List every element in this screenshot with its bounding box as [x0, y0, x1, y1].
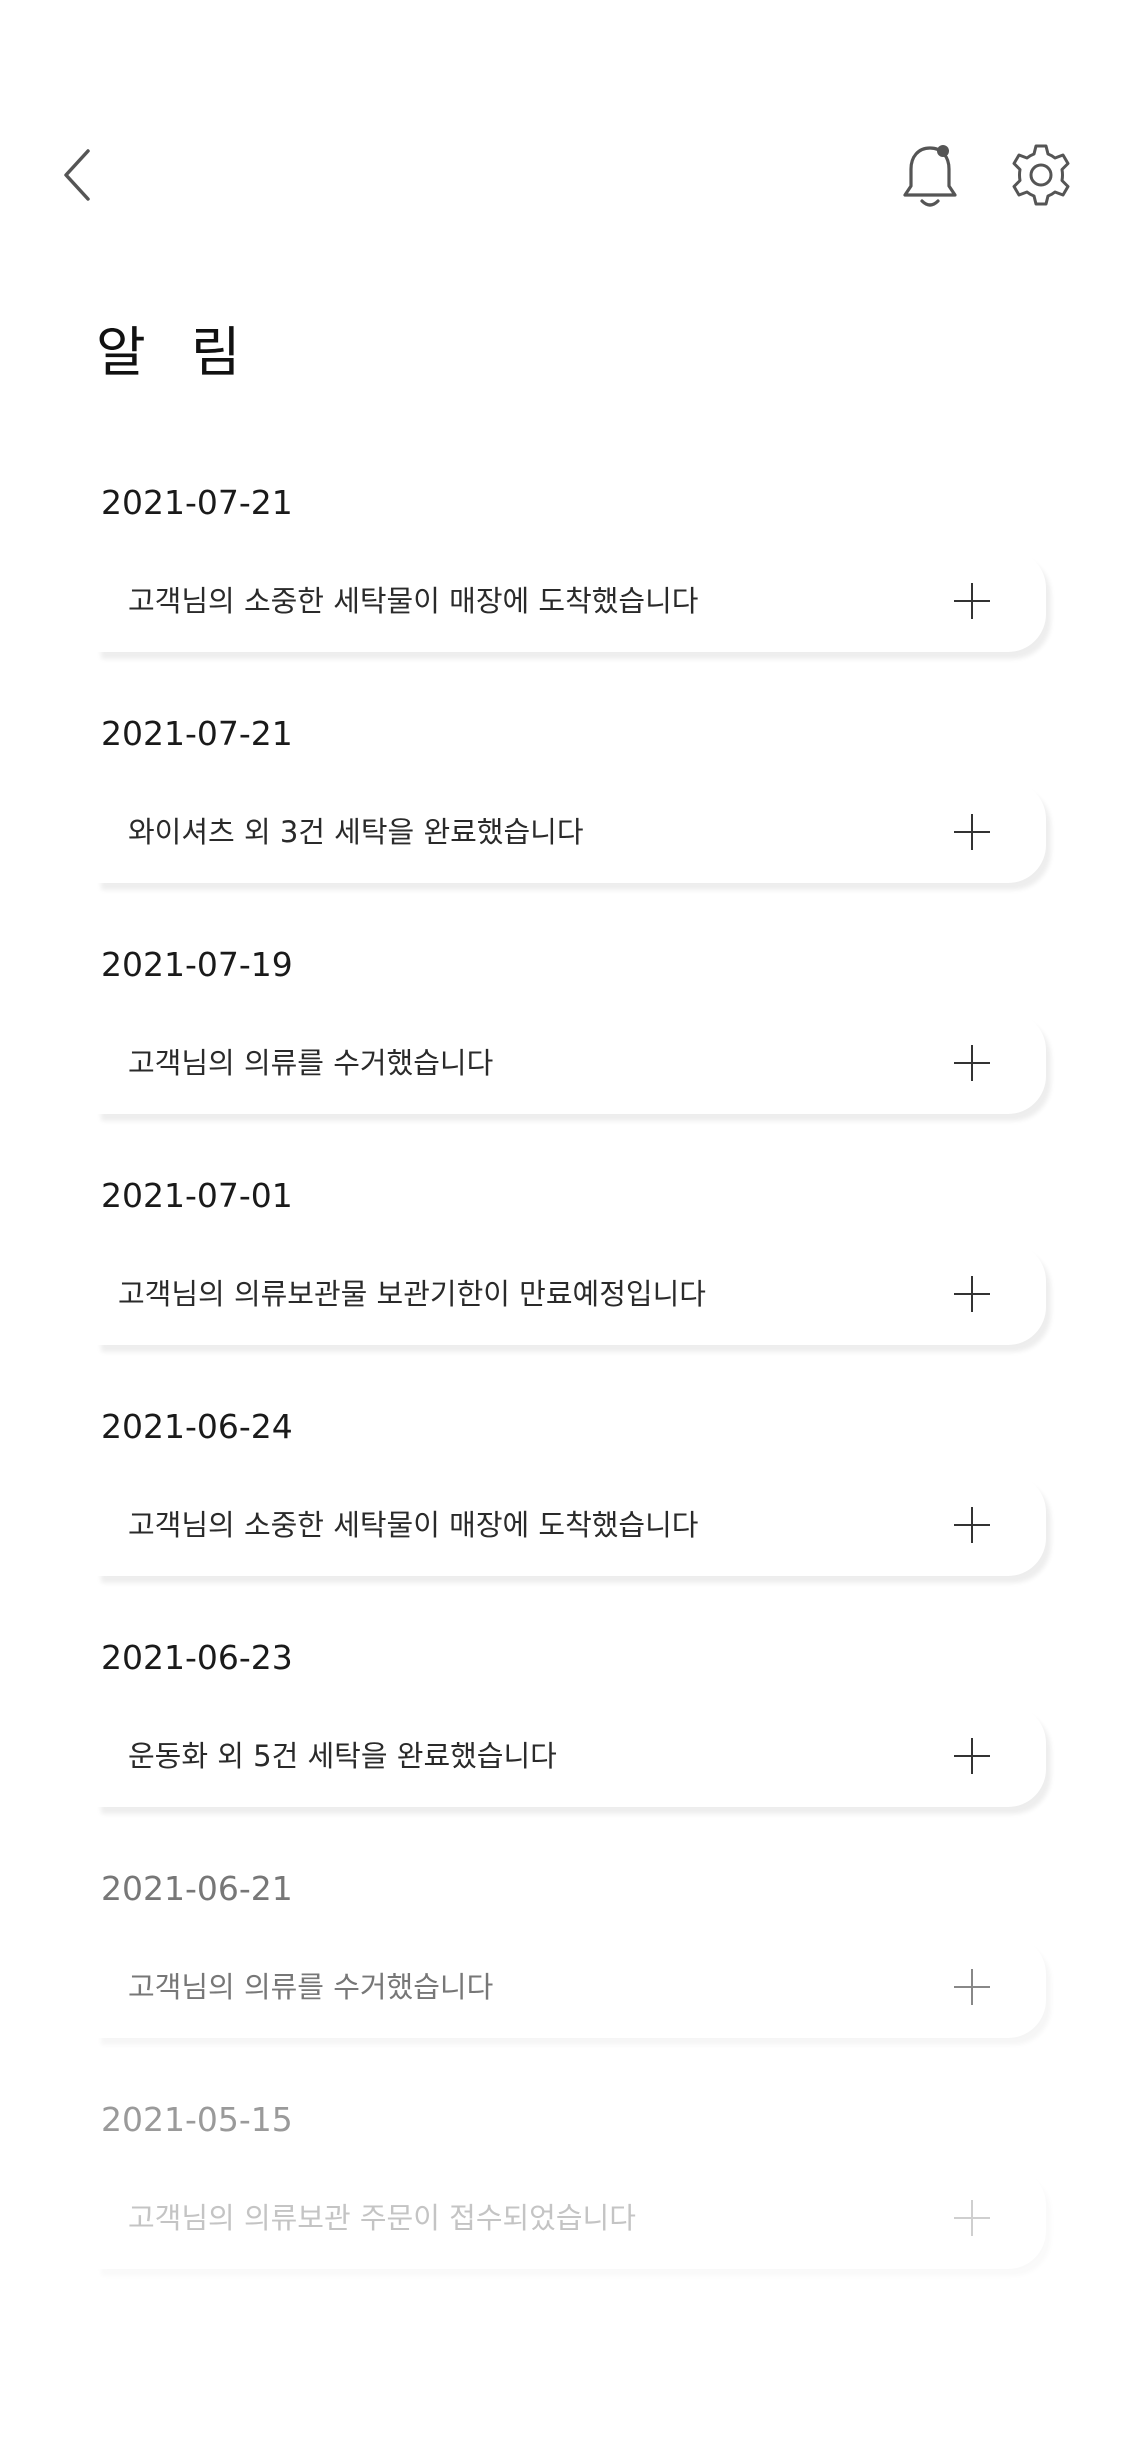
notification-date: 2021-07-21 [101, 714, 293, 753]
notification-message: 고객님의 의류보관 주문이 접수되었습니다 [128, 2201, 636, 2235]
notification-card[interactable]: 고객님의 의류를 수거했습니다 [96, 1012, 1046, 1114]
notification-card[interactable]: 와이셔츠 외 3건 세탁을 완료했습니다 [96, 781, 1046, 883]
notification-group: 2021-07-19 고객님의 의류를 수거했습니다 [0, 940, 1125, 1171]
notification-message: 고객님의 소중한 세탁물이 매장에 도착했습니다 [128, 1508, 699, 1542]
notification-message: 고객님의 의류를 수거했습니다 [128, 1970, 494, 2004]
notification-date: 2021-06-21 [101, 1869, 293, 1908]
notification-date: 2021-07-01 [101, 1176, 293, 1215]
notification-card[interactable]: 고객님의 소중한 세탁물이 매장에 도착했습니다 [96, 1474, 1046, 1576]
notification-card[interactable]: 운동화 외 5건 세탁을 완료했습니다 [96, 1705, 1046, 1807]
notification-message: 고객님의 의류를 수거했습니다 [128, 1046, 494, 1080]
header-bar [0, 0, 1125, 260]
notification-list: 2021-07-21 고객님의 소중한 세탁물이 매장에 도착했습니다 2021… [0, 478, 1125, 2326]
notification-date: 2021-07-21 [101, 483, 293, 522]
notification-date: 2021-06-24 [101, 1407, 293, 1446]
notification-group: 2021-06-21 고객님의 의류를 수거했습니다 [0, 1864, 1125, 2095]
plus-icon[interactable] [954, 814, 990, 850]
notification-group: 2021-05-15 고객님의 의류보관 주문이 접수되었습니다 [0, 2095, 1125, 2326]
notification-group: 2021-06-23 운동화 외 5건 세탁을 완료했습니다 [0, 1633, 1125, 1864]
back-button[interactable] [52, 140, 102, 210]
notification-date: 2021-05-15 [101, 2100, 293, 2139]
notification-group: 2021-07-21 고객님의 소중한 세탁물이 매장에 도착했습니다 [0, 478, 1125, 709]
notification-card[interactable]: 고객님의 소중한 세탁물이 매장에 도착했습니다 [96, 550, 1046, 652]
plus-icon[interactable] [954, 1276, 990, 1312]
plus-icon[interactable] [954, 1045, 990, 1081]
settings-button[interactable] [1008, 142, 1074, 208]
plus-icon[interactable] [954, 583, 990, 619]
notification-group: 2021-07-01 고객님의 의류보관물 보관기한이 만료예정입니다 [0, 1171, 1125, 1402]
plus-icon[interactable] [954, 1507, 990, 1543]
page-title: 알 림 [96, 321, 255, 384]
plus-icon[interactable] [954, 2200, 990, 2236]
bell-icon [903, 145, 957, 207]
notification-card[interactable]: 고객님의 의류를 수거했습니다 [96, 1936, 1046, 2038]
notification-message: 와이셔츠 외 3건 세탁을 완료했습니다 [128, 815, 584, 849]
plus-icon[interactable] [954, 1738, 990, 1774]
notification-button[interactable] [898, 140, 962, 212]
notification-group: 2021-06-24 고객님의 소중한 세탁물이 매장에 도착했습니다 [0, 1402, 1125, 1633]
notification-message: 운동화 외 5건 세탁을 완료했습니다 [128, 1739, 557, 1773]
notification-date: 2021-07-19 [101, 945, 293, 984]
notification-date: 2021-06-23 [101, 1638, 293, 1677]
plus-icon[interactable] [954, 1969, 990, 2005]
notification-message: 고객님의 소중한 세탁물이 매장에 도착했습니다 [128, 584, 699, 618]
notification-card[interactable]: 고객님의 의류보관물 보관기한이 만료예정입니다 [96, 1243, 1046, 1345]
notification-card[interactable]: 고객님의 의류보관 주문이 접수되었습니다 [96, 2167, 1046, 2269]
chevron-left-icon [64, 149, 90, 201]
notification-group: 2021-07-21 와이셔츠 외 3건 세탁을 완료했습니다 [0, 709, 1125, 940]
gear-icon [1012, 144, 1070, 206]
notification-message: 고객님의 의류보관물 보관기한이 만료예정입니다 [118, 1277, 706, 1311]
